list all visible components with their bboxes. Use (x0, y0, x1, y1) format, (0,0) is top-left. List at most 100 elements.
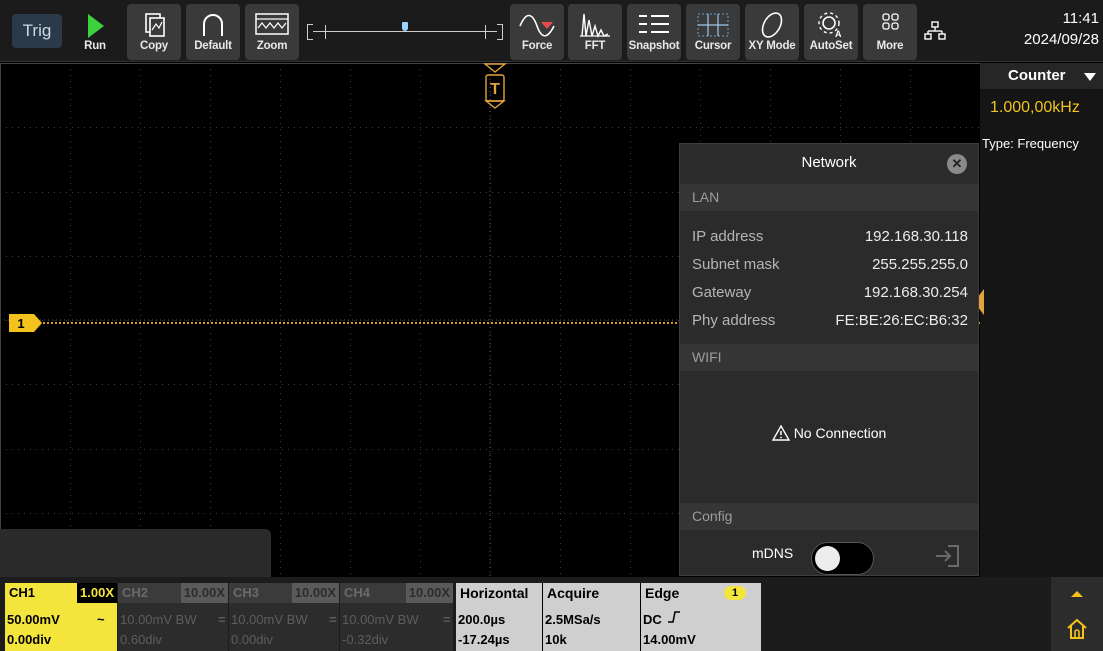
chevron-down-icon (1084, 73, 1096, 81)
ch2-settings[interactable]: CH2 10.00X 10.00mV BW = 0.60div (118, 583, 228, 651)
ch3-offset: 0.00div (231, 632, 273, 647)
phy-address-value: FE:BE:26:EC:B6:32 (835, 312, 968, 329)
more-icon (882, 13, 899, 30)
acquire-depth: 10k (545, 632, 567, 647)
ch4-coupling: = (443, 612, 451, 627)
home-button[interactable] (1051, 577, 1103, 651)
copy-button[interactable]: Copy (127, 4, 181, 60)
horizontal-header: Horizontal (456, 583, 542, 603)
ch1-name: CH1 (9, 585, 36, 600)
home-icon (1067, 618, 1087, 639)
horizontal-settings[interactable]: Horizontal 200.0µs -17.24µs (456, 583, 542, 651)
slider-right-tick (485, 25, 486, 39)
ch1-level-marker[interactable]: 1 (8, 313, 44, 338)
trigger-position-marker[interactable]: T (483, 63, 507, 114)
svg-text:A: A (835, 29, 842, 39)
config-section-header: Config (680, 503, 978, 530)
horizontal-position-slider[interactable] (307, 22, 503, 42)
trigger-header: Edge 1 (641, 583, 761, 603)
network-icon[interactable] (924, 20, 946, 42)
ch1-probe: 1.00X (77, 583, 117, 603)
subnet-mask-label: Subnet mask (692, 256, 780, 273)
snapshot-button[interactable]: Snapshot (627, 4, 681, 60)
trigger-settings[interactable]: Edge 1 DC 14.00mV (641, 583, 761, 651)
trigger-level: 14.00mV (643, 632, 696, 647)
trigger-title: Edge (645, 585, 680, 601)
xy-mode-button[interactable]: XY Mode (745, 4, 799, 60)
acquire-settings[interactable]: Acquire 2.5MSa/s 10k (543, 583, 640, 651)
toggle-knob (815, 546, 840, 571)
clock-time: 11:41 (1062, 10, 1099, 27)
ch3-coupling: = (329, 612, 337, 627)
horizontal-delay: -17.24µs (458, 632, 510, 647)
more-button[interactable]: More (863, 4, 917, 60)
ch4-settings[interactable]: CH4 10.00X 10.00mV BW = -0.32div (340, 583, 453, 651)
ch1-coupling: ~ (97, 612, 105, 627)
force-button[interactable]: Force (510, 4, 564, 60)
force-label: Force (521, 40, 553, 52)
ch3-probe: 10.00X (291, 583, 339, 603)
phy-address-label: Phy address (692, 312, 776, 329)
autoset-icon: A (818, 12, 842, 39)
rising-edge-icon (668, 611, 680, 623)
zoom-icon (255, 13, 289, 35)
ch3-header: CH3 10.00X (229, 583, 339, 603)
ip-address-label: IP address (692, 228, 764, 245)
trigger-t-label: T (490, 81, 500, 98)
ch3-scale: 10.00mV BW (231, 612, 308, 627)
ip-address-row: IP address 192.168.30.118 (680, 223, 978, 251)
horizontal-title: Horizontal (460, 585, 529, 601)
trig-status[interactable]: Trig (12, 14, 62, 48)
ch2-header: CH2 10.00X (118, 583, 228, 603)
close-icon[interactable]: ✕ (947, 154, 967, 174)
autoset-button[interactable]: A AutoSet (804, 4, 858, 60)
fft-label: FFT (584, 40, 606, 52)
ch4-scale: 10.00mV BW (342, 612, 419, 627)
ch4-probe: 10.00X (405, 583, 453, 603)
ch1-settings[interactable]: CH1 1.00X 50.00mV ~ 0.00div (5, 583, 117, 651)
default-button[interactable]: Default (186, 4, 240, 60)
wifi-status: No Connection (680, 425, 978, 441)
play-icon (88, 14, 104, 38)
subnet-mask-row: Subnet mask 255.255.255.0 (680, 251, 978, 279)
measure-panel: Counter 1.000,00kHz Type: Frequency (974, 63, 1103, 577)
ch2-coupling: = (218, 612, 226, 627)
gateway-label: Gateway (692, 284, 752, 301)
ch4-offset: -0.32div (342, 632, 389, 647)
wifi-section-header: WIFI (680, 344, 978, 371)
trigger-t-icon: T (483, 63, 507, 109)
ch1-offset: 0.00div (7, 632, 52, 647)
counter-title: Counter (1008, 67, 1066, 84)
bottom-drawer-tab[interactable] (0, 529, 271, 577)
acquire-title: Acquire (547, 585, 600, 601)
force-icon (519, 14, 555, 37)
clock-date: 2024/09/28 (1023, 31, 1099, 48)
cursor-label: Cursor (694, 40, 732, 52)
ch3-name: CH3 (233, 585, 260, 600)
counter-type: Type: Frequency (982, 136, 1079, 151)
counter-value: 1.000,00kHz (990, 99, 1080, 116)
fft-button[interactable]: FFT (568, 4, 622, 60)
ch3-settings[interactable]: CH3 10.00X 10.00mV BW = 0.00div (229, 583, 339, 651)
zoom-button[interactable]: Zoom (245, 4, 299, 60)
slider-right-bracket (497, 24, 503, 40)
ch1-header: CH1 1.00X (5, 583, 117, 603)
chevron-up-icon (1071, 591, 1083, 597)
trigger-source-badge: 1 (724, 586, 746, 600)
ch4-header: CH4 10.00X (340, 583, 453, 603)
slider-knob[interactable] (402, 22, 408, 31)
trigger-coupling: DC (643, 612, 662, 627)
mdns-toggle[interactable] (811, 542, 874, 575)
autoset-label: AutoSet (809, 40, 853, 52)
default-label: Default (194, 40, 232, 52)
exit-icon[interactable] (932, 542, 962, 570)
cursor-button[interactable]: Cursor (686, 4, 740, 60)
counter-dropdown[interactable]: Counter (980, 63, 1103, 89)
network-title: Network (801, 154, 857, 171)
slider-rail (313, 31, 497, 32)
copy-icon (145, 13, 165, 37)
run-button[interactable]: Run (68, 4, 122, 60)
gateway-value: 192.168.30.254 (863, 284, 968, 301)
wifi-status-text: No Connection (793, 425, 887, 441)
warning-icon (771, 425, 790, 441)
